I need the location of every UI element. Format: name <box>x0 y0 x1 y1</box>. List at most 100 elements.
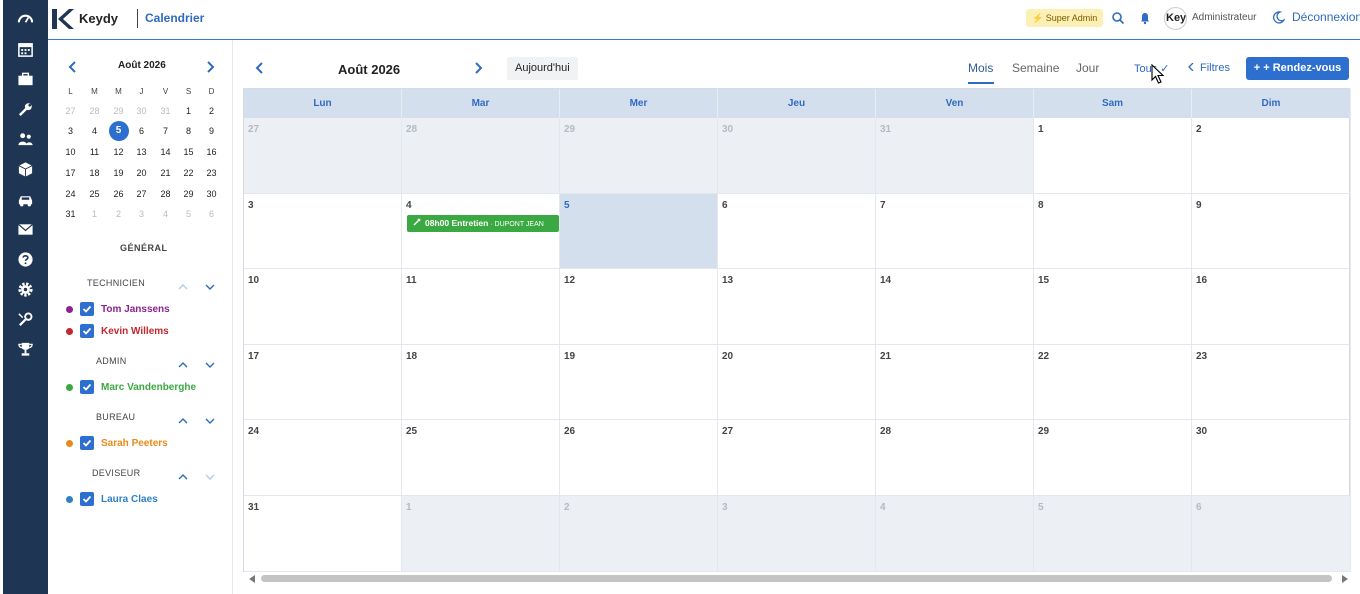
chevron-up-icon[interactable] <box>178 357 188 368</box>
car-icon[interactable] <box>15 189 35 209</box>
mini-day[interactable]: 14 <box>154 147 177 157</box>
mini-day[interactable]: 9 <box>200 126 223 136</box>
day-cell[interactable]: 6 <box>718 194 876 269</box>
mail-icon[interactable] <box>15 219 35 239</box>
technician-row[interactable]: Tom Janssens <box>66 301 170 317</box>
day-cell[interactable]: 12 <box>560 269 718 345</box>
dashboard-icon[interactable] <box>15 9 35 29</box>
mini-day[interactable]: 24 <box>59 189 82 199</box>
mini-day[interactable]: 29 <box>177 189 200 199</box>
day-cell[interactable]: 27 <box>718 420 876 496</box>
day-cell[interactable]: 2 <box>1192 118 1351 194</box>
section-general-label[interactable]: GÉNÉRAL <box>120 243 168 253</box>
day-cell[interactable]: 8 <box>1034 194 1192 269</box>
settings-icon[interactable] <box>15 279 35 299</box>
day-cell[interactable]: 20 <box>718 345 876 420</box>
mini-day[interactable]: 7 <box>154 126 177 136</box>
mini-day[interactable]: 28 <box>154 189 177 199</box>
mini-day[interactable]: 2 <box>107 209 130 219</box>
day-cell[interactable]: 29 <box>1034 420 1192 496</box>
mini-day[interactable]: 12 <box>107 147 130 157</box>
tab-week[interactable]: Semaine <box>1012 61 1059 75</box>
day-cell[interactable]: 10 <box>244 269 402 345</box>
mini-day[interactable]: 30 <box>200 189 223 199</box>
chevron-up-icon[interactable] <box>178 413 188 424</box>
mini-day[interactable]: 16 <box>200 147 223 157</box>
day-cell[interactable]: 16 <box>1192 269 1351 345</box>
wrench-icon[interactable] <box>15 99 35 119</box>
tab-month[interactable]: Mois <box>968 61 993 75</box>
day-cell[interactable]: 31 <box>244 496 402 572</box>
day-cell[interactable]: 5 <box>1034 496 1192 572</box>
mini-day[interactable]: 27 <box>130 189 153 199</box>
day-cell[interactable]: 31 <box>876 118 1034 194</box>
mini-day[interactable]: 26 <box>107 189 130 199</box>
moon-icon[interactable] <box>1272 11 1285 24</box>
day-cell[interactable]: 7 <box>876 194 1034 269</box>
day-cell[interactable]: 9 <box>1192 194 1351 269</box>
mini-day[interactable]: 3 <box>59 126 82 136</box>
mini-day[interactable]: 13 <box>130 147 153 157</box>
mini-day[interactable]: 31 <box>154 106 177 116</box>
day-cell[interactable]: 1 <box>402 496 560 572</box>
mini-day[interactable]: 30 <box>130 106 153 116</box>
day-cell[interactable]: 28 <box>876 420 1034 496</box>
technician-checkbox[interactable] <box>80 302 94 316</box>
mini-day[interactable]: 20 <box>130 168 153 178</box>
day-cell[interactable]: 3 <box>718 496 876 572</box>
day-cell[interactable]: 21 <box>876 345 1034 420</box>
mini-day[interactable]: 21 <box>154 168 177 178</box>
mini-day[interactable]: 22 <box>177 168 200 178</box>
mini-day[interactable]: 3 <box>130 209 153 219</box>
tab-day[interactable]: Jour <box>1076 61 1099 75</box>
technician-checkbox[interactable] <box>80 436 94 450</box>
day-cell[interactable]: 13 <box>718 269 876 345</box>
mini-day[interactable]: 4 <box>83 126 106 136</box>
day-cell[interactable]: 18 <box>402 345 560 420</box>
mini-day[interactable]: 31 <box>59 209 82 219</box>
mini-day[interactable]: 17 <box>59 168 82 178</box>
prev-month-icon[interactable] <box>253 61 267 75</box>
help-icon[interactable] <box>15 249 35 269</box>
users-icon[interactable] <box>15 129 35 149</box>
mini-day[interactable]: 23 <box>200 168 223 178</box>
day-cell[interactable]: 15 <box>1034 269 1192 345</box>
day-cell[interactable]: 5 <box>560 194 718 269</box>
horizontal-scrollbar[interactable] <box>247 574 1349 583</box>
day-cell[interactable]: 30 <box>718 118 876 194</box>
mini-day[interactable]: 29 <box>107 106 130 116</box>
day-cell[interactable]: 17 <box>244 345 402 420</box>
technician-row[interactable]: Sarah Peeters <box>66 435 168 451</box>
technician-checkbox[interactable] <box>80 380 94 394</box>
day-cell[interactable]: 19 <box>560 345 718 420</box>
mini-day[interactable]: 11 <box>83 147 106 157</box>
day-cell[interactable]: 30 <box>1192 420 1351 496</box>
mini-day[interactable]: 28 <box>83 106 106 116</box>
mini-day[interactable]: 1 <box>83 209 106 219</box>
mini-day[interactable]: 15 <box>177 147 200 157</box>
mini-day[interactable]: 27 <box>59 106 82 116</box>
user-name[interactable]: Administrateur <box>1192 12 1256 23</box>
chevron-down-icon[interactable] <box>205 469 215 480</box>
mini-day[interactable]: 5 <box>177 209 200 219</box>
scroll-left-icon[interactable] <box>249 575 256 583</box>
mini-day[interactable]: 1 <box>177 106 200 116</box>
chevron-down-icon[interactable] <box>205 413 215 424</box>
day-cell[interactable]: 23 <box>1192 345 1351 420</box>
day-cell[interactable]: 14 <box>876 269 1034 345</box>
day-cell[interactable]: 26 <box>560 420 718 496</box>
mini-day[interactable]: 25 <box>83 189 106 199</box>
logout-link[interactable]: Déconnexion <box>1292 10 1360 24</box>
calendar-icon[interactable] <box>15 39 35 59</box>
box-icon[interactable] <box>15 159 35 179</box>
day-cell[interactable]: 22 <box>1034 345 1192 420</box>
day-cell[interactable]: 4 <box>876 496 1034 572</box>
filters-button[interactable]: Filtres <box>1187 62 1230 74</box>
day-cell[interactable]: 29 <box>560 118 718 194</box>
technician-checkbox[interactable] <box>80 324 94 338</box>
technician-row[interactable]: Kevin Willems <box>66 323 169 339</box>
day-cell[interactable]: 1 <box>1034 118 1192 194</box>
mini-day[interactable]: 2 <box>200 106 223 116</box>
keydy-logo-icon[interactable] <box>52 9 74 29</box>
technician-row[interactable]: Marc Vandenberghe <box>66 379 196 395</box>
